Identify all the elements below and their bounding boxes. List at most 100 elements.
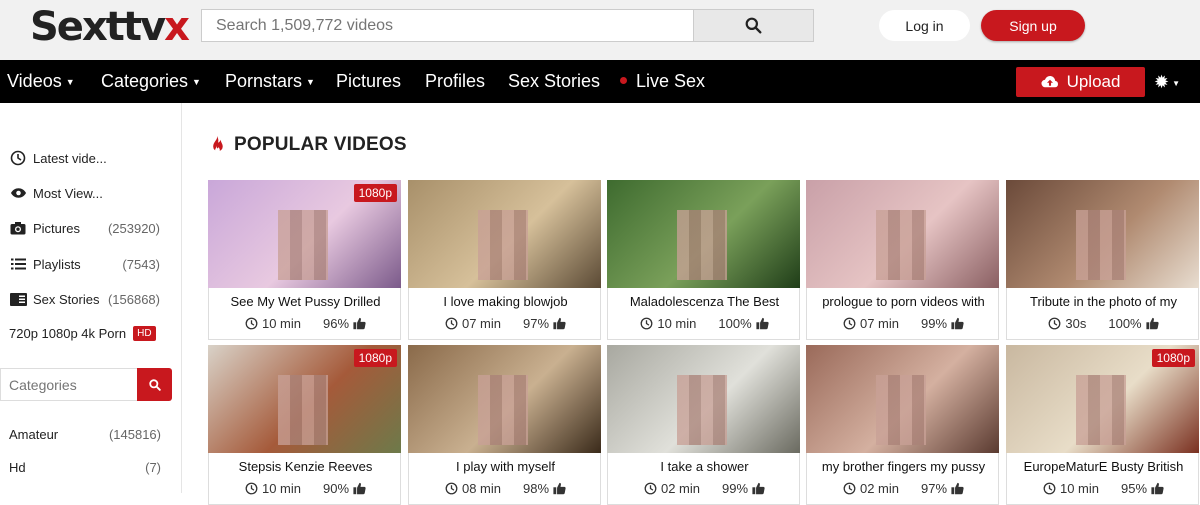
search-icon bbox=[745, 17, 762, 34]
search-input[interactable] bbox=[202, 10, 693, 41]
video-title[interactable]: prologue to porn videos with bbox=[807, 294, 1000, 309]
video-card[interactable]: 1080p Stepsis Kenzie Reeves 10 min 90% bbox=[208, 345, 401, 505]
nav-pornstars-label: Pornstars bbox=[225, 71, 303, 91]
hd-badge: HD bbox=[133, 325, 156, 341]
video-thumbnail[interactable] bbox=[1006, 180, 1199, 288]
rating-text: 100% bbox=[1108, 316, 1142, 331]
video-title[interactable]: I love making blowjob bbox=[409, 294, 602, 309]
rating-text: 96% bbox=[323, 316, 350, 331]
video-title[interactable]: my brother fingers my pussy bbox=[807, 459, 1000, 474]
video-title[interactable]: See My Wet Pussy Drilled bbox=[209, 294, 402, 309]
video-title[interactable]: Stepsis Kenzie Reeves bbox=[209, 459, 402, 474]
video-meta: 10 min 95% bbox=[1007, 481, 1200, 496]
video-thumbnail[interactable]: 1080p bbox=[208, 180, 401, 288]
nav-categories-label: Categories bbox=[101, 71, 189, 91]
upload-button[interactable]: Upload bbox=[1016, 67, 1145, 97]
video-duration: 10 min bbox=[1043, 481, 1099, 496]
category-count: (7) bbox=[145, 460, 161, 475]
video-thumbnail[interactable] bbox=[607, 180, 800, 288]
video-rating: 97% bbox=[523, 316, 566, 331]
clock-icon bbox=[445, 317, 458, 330]
sidebar-item-sex-stories[interactable]: Sex Stories (156868) bbox=[9, 288, 169, 310]
eye-icon bbox=[9, 184, 27, 202]
video-card[interactable]: Tribute in the photo of my 30s 100% bbox=[1006, 180, 1199, 340]
video-card[interactable]: I love making blowjob 07 min 97% bbox=[408, 180, 601, 340]
video-rating: 99% bbox=[921, 316, 964, 331]
video-card[interactable]: I take a shower 02 min 99% bbox=[607, 345, 800, 505]
nav-pornstars[interactable]: Pornstars ▼ bbox=[225, 60, 315, 103]
video-thumbnail[interactable] bbox=[806, 345, 999, 453]
video-title[interactable]: Tribute in the photo of my bbox=[1007, 294, 1200, 309]
login-button[interactable]: Log in bbox=[879, 10, 970, 41]
category-item[interactable]: Hd (7) bbox=[9, 460, 161, 475]
video-meta: 02 min 99% bbox=[608, 481, 801, 496]
search-button[interactable] bbox=[693, 10, 813, 41]
video-card[interactable]: my brother fingers my pussy 02 min 97% bbox=[806, 345, 999, 505]
search-bar bbox=[201, 9, 814, 42]
category-item[interactable]: Amateur (145816) bbox=[9, 427, 161, 442]
settings-menu[interactable]: ✹ ▼ bbox=[1154, 72, 1180, 93]
nav-videos-label: Videos bbox=[7, 71, 62, 91]
thumbs-up-icon bbox=[553, 482, 566, 495]
pixelated-area bbox=[278, 375, 328, 445]
duration-text: 07 min bbox=[859, 316, 899, 331]
video-card[interactable]: I play with myself 08 min 98% bbox=[408, 345, 601, 505]
video-rating: 98% bbox=[523, 481, 566, 496]
sidebar-item-hd[interactable]: 720p 1080p 4k Porn HD bbox=[9, 322, 169, 344]
thumbs-up-icon bbox=[1151, 482, 1164, 495]
sidebar-item-label: Most View... bbox=[33, 185, 103, 201]
thumbs-up-icon bbox=[1146, 317, 1159, 330]
duration-text: 10 min bbox=[261, 316, 301, 331]
video-thumbnail[interactable] bbox=[408, 180, 601, 288]
duration-text: 02 min bbox=[660, 481, 700, 496]
category-count: (145816) bbox=[108, 427, 161, 442]
video-thumbnail[interactable] bbox=[607, 345, 800, 453]
section-title-text: POPULAR VIDEOS bbox=[234, 134, 407, 155]
video-title[interactable]: I play with myself bbox=[409, 459, 602, 474]
chevron-down-icon: ▼ bbox=[192, 76, 201, 87]
video-thumbnail[interactable]: 1080p bbox=[1006, 345, 1199, 453]
duration-text: 30s bbox=[1065, 316, 1087, 331]
video-info: I love making blowjob 07 min 97% bbox=[408, 288, 601, 340]
sidebar-item-most-viewed[interactable]: Most View... bbox=[9, 182, 169, 204]
video-thumbnail[interactable]: 1080p bbox=[208, 345, 401, 453]
rating-text: 100% bbox=[718, 316, 752, 331]
pixelated-area bbox=[1076, 375, 1126, 445]
nav-sex-stories[interactable]: Sex Stories bbox=[508, 60, 600, 103]
thumbs-up-icon bbox=[756, 317, 769, 330]
category-search-input[interactable] bbox=[0, 368, 137, 401]
nav-pictures[interactable]: Pictures bbox=[336, 60, 401, 103]
sidebar: Latest vide... Most View... Pictures (25… bbox=[0, 103, 182, 493]
sidebar-item-latest[interactable]: Latest vide... bbox=[9, 147, 169, 169]
video-card[interactable]: 1080p See My Wet Pussy Drilled 10 min 96% bbox=[208, 180, 401, 340]
video-card[interactable]: 1080p EuropeMaturE Busty British 10 min 95% bbox=[1006, 345, 1199, 505]
clock-icon bbox=[640, 317, 653, 330]
video-meta: 30s 100% bbox=[1007, 316, 1200, 331]
main-nav: Videos ▼ Categories ▼ Pornstars ▼ Pictures … bbox=[0, 60, 1200, 103]
video-thumbnail[interactable] bbox=[806, 180, 999, 288]
category-search-button[interactable] bbox=[137, 368, 172, 401]
rating-text: 95% bbox=[1121, 481, 1148, 496]
clock-icon bbox=[245, 482, 258, 495]
video-title[interactable]: EuropeMaturE Busty British bbox=[1007, 459, 1200, 474]
clock-icon bbox=[843, 482, 856, 495]
thumbs-up-icon bbox=[353, 317, 366, 330]
site-logo[interactable]: Sexttvx bbox=[30, 4, 190, 50]
sidebar-item-pictures[interactable]: Pictures (253920) bbox=[9, 217, 169, 239]
sidebar-item-playlists[interactable]: Playlists (7543) bbox=[9, 253, 169, 275]
quality-badge: 1080p bbox=[353, 184, 397, 202]
signup-button[interactable]: Sign up bbox=[981, 10, 1085, 41]
nav-videos[interactable]: Videos ▼ bbox=[7, 60, 75, 103]
video-card[interactable]: prologue to porn videos with 07 min 99% bbox=[806, 180, 999, 340]
video-thumbnail[interactable] bbox=[408, 345, 601, 453]
nav-profiles[interactable]: Profiles bbox=[425, 60, 485, 103]
video-title[interactable]: Maladolescenza The Best bbox=[608, 294, 801, 309]
chevron-down-icon: ▼ bbox=[65, 76, 75, 87]
video-duration: 10 min bbox=[640, 316, 696, 331]
nav-categories[interactable]: Categories ▼ bbox=[101, 60, 201, 103]
nav-live-sex[interactable]: Live Sex bbox=[620, 60, 705, 103]
video-info: my brother fingers my pussy 02 min 97% bbox=[806, 453, 999, 505]
video-card[interactable]: Maladolescenza The Best 10 min 100% bbox=[607, 180, 800, 340]
pixelated-area bbox=[478, 210, 528, 280]
video-title[interactable]: I take a shower bbox=[608, 459, 801, 474]
